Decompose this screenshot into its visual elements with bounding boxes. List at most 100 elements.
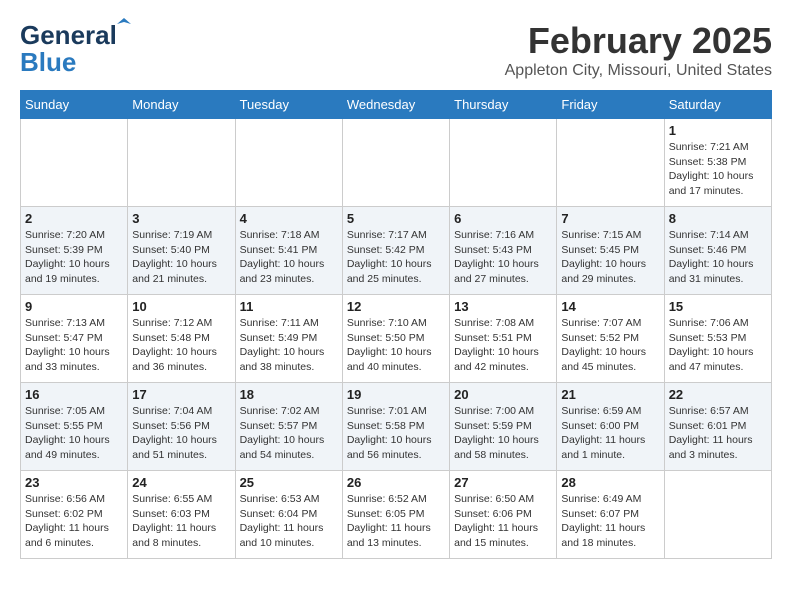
day-number: 28	[561, 475, 659, 490]
day-number: 13	[454, 299, 552, 314]
title-section: February 2025 Appleton City, Missouri, U…	[505, 20, 772, 80]
day-info: Sunrise: 7:15 AM Sunset: 5:45 PM Dayligh…	[561, 228, 659, 287]
calendar-day-cell	[664, 471, 771, 559]
calendar-weekday-header: Sunday	[21, 91, 128, 119]
calendar-day-cell: 25 Sunrise: 6:53 AM Sunset: 6:04 PM Dayli…	[235, 471, 342, 559]
day-info: Sunrise: 6:53 AM Sunset: 6:04 PM Dayligh…	[240, 492, 338, 551]
day-info: Sunrise: 7:00 AM Sunset: 5:59 PM Dayligh…	[454, 404, 552, 463]
calendar-header-row: SundayMondayTuesdayWednesdayThursdayFrid…	[21, 91, 772, 119]
day-info: Sunrise: 6:59 AM Sunset: 6:00 PM Dayligh…	[561, 404, 659, 463]
calendar-week-row: 2 Sunrise: 7:20 AM Sunset: 5:39 PM Daylig…	[21, 207, 772, 295]
day-number: 7	[561, 211, 659, 226]
calendar-day-cell: 24 Sunrise: 6:55 AM Sunset: 6:03 PM Dayli…	[128, 471, 235, 559]
calendar-day-cell: 2 Sunrise: 7:20 AM Sunset: 5:39 PM Daylig…	[21, 207, 128, 295]
calendar-weekday-header: Wednesday	[342, 91, 449, 119]
day-info: Sunrise: 7:14 AM Sunset: 5:46 PM Dayligh…	[669, 228, 767, 287]
calendar-day-cell: 15 Sunrise: 7:06 AM Sunset: 5:53 PM Dayli…	[664, 295, 771, 383]
day-info: Sunrise: 7:08 AM Sunset: 5:51 PM Dayligh…	[454, 316, 552, 375]
day-info: Sunrise: 6:56 AM Sunset: 6:02 PM Dayligh…	[25, 492, 123, 551]
day-info: Sunrise: 7:18 AM Sunset: 5:41 PM Dayligh…	[240, 228, 338, 287]
day-info: Sunrise: 7:21 AM Sunset: 5:38 PM Dayligh…	[669, 140, 767, 199]
calendar-day-cell: 5 Sunrise: 7:17 AM Sunset: 5:42 PM Daylig…	[342, 207, 449, 295]
calendar-day-cell: 22 Sunrise: 6:57 AM Sunset: 6:01 PM Dayli…	[664, 383, 771, 471]
calendar-day-cell: 11 Sunrise: 7:11 AM Sunset: 5:49 PM Dayli…	[235, 295, 342, 383]
calendar-day-cell: 18 Sunrise: 7:02 AM Sunset: 5:57 PM Dayli…	[235, 383, 342, 471]
calendar-day-cell	[128, 119, 235, 207]
calendar-day-cell: 9 Sunrise: 7:13 AM Sunset: 5:47 PM Daylig…	[21, 295, 128, 383]
day-number: 3	[132, 211, 230, 226]
day-number: 12	[347, 299, 445, 314]
calendar-day-cell: 10 Sunrise: 7:12 AM Sunset: 5:48 PM Dayli…	[128, 295, 235, 383]
day-number: 19	[347, 387, 445, 402]
calendar-day-cell: 23 Sunrise: 6:56 AM Sunset: 6:02 PM Dayli…	[21, 471, 128, 559]
calendar-day-cell	[235, 119, 342, 207]
calendar-day-cell: 1 Sunrise: 7:21 AM Sunset: 5:38 PM Daylig…	[664, 119, 771, 207]
day-number: 2	[25, 211, 123, 226]
day-info: Sunrise: 7:19 AM Sunset: 5:40 PM Dayligh…	[132, 228, 230, 287]
calendar-day-cell	[557, 119, 664, 207]
day-info: Sunrise: 7:10 AM Sunset: 5:50 PM Dayligh…	[347, 316, 445, 375]
day-info: Sunrise: 6:55 AM Sunset: 6:03 PM Dayligh…	[132, 492, 230, 551]
day-number: 11	[240, 299, 338, 314]
day-info: Sunrise: 6:52 AM Sunset: 6:05 PM Dayligh…	[347, 492, 445, 551]
day-number: 5	[347, 211, 445, 226]
day-info: Sunrise: 7:05 AM Sunset: 5:55 PM Dayligh…	[25, 404, 123, 463]
day-number: 10	[132, 299, 230, 314]
calendar-day-cell: 27Sunrise: 6:50 AM Sunset: 6:06 PM Dayli…	[450, 471, 557, 559]
day-number: 17	[132, 387, 230, 402]
calendar-weekday-header: Saturday	[664, 91, 771, 119]
day-number: 27	[454, 475, 552, 490]
calendar-weekday-header: Tuesday	[235, 91, 342, 119]
day-number: 16	[25, 387, 123, 402]
calendar-day-cell: 21 Sunrise: 6:59 AM Sunset: 6:00 PM Dayli…	[557, 383, 664, 471]
day-info: Sunrise: 7:04 AM Sunset: 5:56 PM Dayligh…	[132, 404, 230, 463]
calendar-week-row: 9 Sunrise: 7:13 AM Sunset: 5:47 PM Daylig…	[21, 295, 772, 383]
day-info: Sunrise: 7:11 AM Sunset: 5:49 PM Dayligh…	[240, 316, 338, 375]
day-number: 26	[347, 475, 445, 490]
day-number: 15	[669, 299, 767, 314]
day-number: 8	[669, 211, 767, 226]
calendar-day-cell: 3 Sunrise: 7:19 AM Sunset: 5:40 PM Daylig…	[128, 207, 235, 295]
calendar-weekday-header: Friday	[557, 91, 664, 119]
logo-bird-icon	[117, 16, 131, 30]
day-info: Sunrise: 7:17 AM Sunset: 5:42 PM Dayligh…	[347, 228, 445, 287]
calendar-day-cell: 19Sunrise: 7:01 AM Sunset: 5:58 PM Dayli…	[342, 383, 449, 471]
calendar-week-row: 23 Sunrise: 6:56 AM Sunset: 6:02 PM Dayli…	[21, 471, 772, 559]
calendar: SundayMondayTuesdayWednesdayThursdayFrid…	[20, 90, 772, 559]
logo-blue: Blue	[20, 47, 76, 78]
day-number: 22	[669, 387, 767, 402]
day-info: Sunrise: 7:12 AM Sunset: 5:48 PM Dayligh…	[132, 316, 230, 375]
day-info: Sunrise: 6:57 AM Sunset: 6:01 PM Dayligh…	[669, 404, 767, 463]
day-info: Sunrise: 7:20 AM Sunset: 5:39 PM Dayligh…	[25, 228, 123, 287]
day-number: 21	[561, 387, 659, 402]
calendar-weekday-header: Thursday	[450, 91, 557, 119]
calendar-day-cell: 4 Sunrise: 7:18 AM Sunset: 5:41 PM Daylig…	[235, 207, 342, 295]
day-info: Sunrise: 6:49 AM Sunset: 6:07 PM Dayligh…	[561, 492, 659, 551]
day-info: Sunrise: 7:13 AM Sunset: 5:47 PM Dayligh…	[25, 316, 123, 375]
calendar-day-cell	[450, 119, 557, 207]
day-number: 4	[240, 211, 338, 226]
calendar-day-cell: 13 Sunrise: 7:08 AM Sunset: 5:51 PM Dayli…	[450, 295, 557, 383]
day-number: 25	[240, 475, 338, 490]
logo: General Blue	[20, 20, 117, 78]
day-info: Sunrise: 7:06 AM Sunset: 5:53 PM Dayligh…	[669, 316, 767, 375]
calendar-day-cell: 14Sunrise: 7:07 AM Sunset: 5:52 PM Dayli…	[557, 295, 664, 383]
day-number: 9	[25, 299, 123, 314]
day-number: 23	[25, 475, 123, 490]
calendar-day-cell	[21, 119, 128, 207]
day-number: 1	[669, 123, 767, 138]
calendar-week-row: 16 Sunrise: 7:05 AM Sunset: 5:55 PM Dayli…	[21, 383, 772, 471]
location: Appleton City, Missouri, United States	[505, 62, 772, 80]
calendar-weekday-header: Monday	[128, 91, 235, 119]
calendar-day-cell: 12 Sunrise: 7:10 AM Sunset: 5:50 PM Dayli…	[342, 295, 449, 383]
logo-general: General	[20, 20, 117, 50]
calendar-day-cell: 17 Sunrise: 7:04 AM Sunset: 5:56 PM Dayli…	[128, 383, 235, 471]
day-number: 24	[132, 475, 230, 490]
day-number: 14	[561, 299, 659, 314]
calendar-day-cell: 26 Sunrise: 6:52 AM Sunset: 6:05 PM Dayli…	[342, 471, 449, 559]
day-info: Sunrise: 7:02 AM Sunset: 5:57 PM Dayligh…	[240, 404, 338, 463]
day-number: 6	[454, 211, 552, 226]
calendar-week-row: 1 Sunrise: 7:21 AM Sunset: 5:38 PM Daylig…	[21, 119, 772, 207]
day-number: 18	[240, 387, 338, 402]
calendar-day-cell: 7 Sunrise: 7:15 AM Sunset: 5:45 PM Daylig…	[557, 207, 664, 295]
